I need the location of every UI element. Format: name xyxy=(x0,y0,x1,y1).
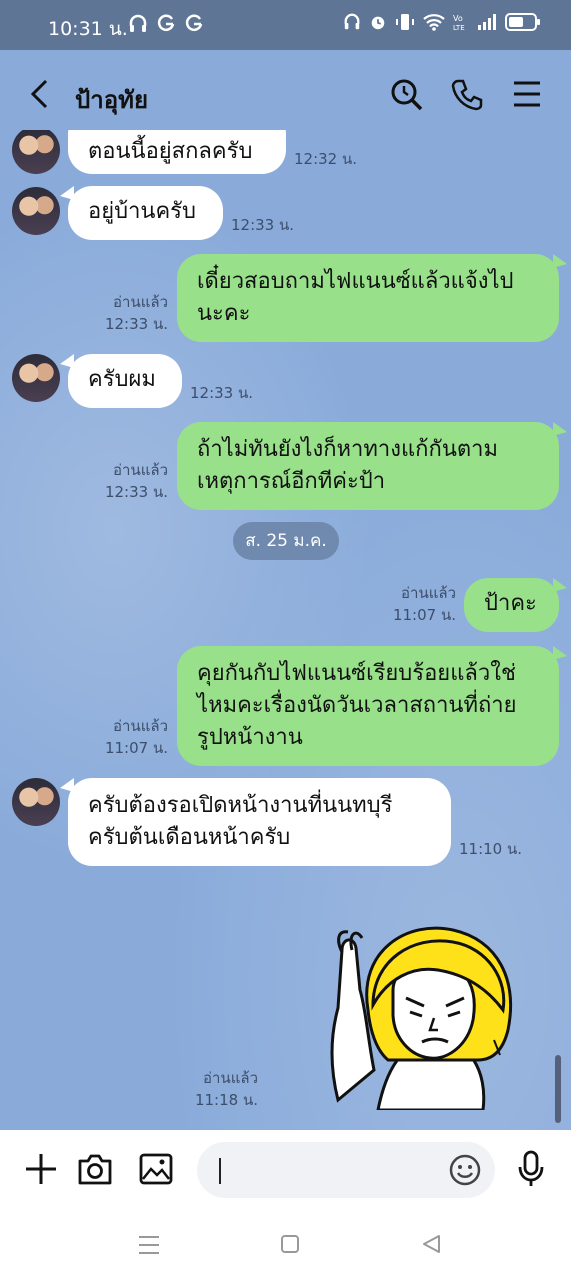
sticker-blonde-character[interactable] xyxy=(318,920,528,1110)
search-icon[interactable] xyxy=(390,78,424,112)
vibrate-icon xyxy=(396,14,414,30)
message-bubble-in[interactable]: ครับผม xyxy=(68,354,182,408)
message-line: ครับต้องรอเปิดหน้างานที่นนทบุรี xyxy=(88,793,393,818)
message-bubble-out[interactable]: คุยกันกับไฟแนนซ์เรียบร้อยแล้วใช่ ไหมคะเร… xyxy=(177,646,559,766)
input-bar xyxy=(0,1130,571,1210)
message-meta: อ่านแล้ว 11:07 น. xyxy=(100,715,168,759)
microphone-icon[interactable] xyxy=(517,1150,545,1188)
date-separator: ส. 25 ม.ค. xyxy=(233,522,339,560)
message-bubble-out[interactable]: ป้าคะ xyxy=(464,578,559,632)
message-time: 11:07 น. xyxy=(392,606,456,624)
google-icon xyxy=(185,14,203,31)
message-bubble-out[interactable]: ถ้าไม่ทันยังไงก็หาทางแก้กันตาม เหตุการณ์… xyxy=(177,422,559,510)
bubble-tail xyxy=(553,422,567,436)
google-icon xyxy=(157,14,175,31)
message-line: เดี๋ยวสอบถามไฟแนนซ์แล้วแจ้งไป xyxy=(197,269,514,294)
avatar[interactable] xyxy=(12,778,60,826)
message-line: คุยกันกับไฟแนนซ์เรียบร้อยแล้วใช่ xyxy=(197,661,516,686)
volte-icon: VoLTE xyxy=(453,14,465,32)
message-meta: อ่านแล้ว 12:33 น. xyxy=(100,459,168,503)
recent-apps-icon[interactable] xyxy=(138,1235,160,1255)
message-meta: อ่านแล้ว 11:07 น. xyxy=(388,582,456,626)
read-status: อ่านแล้ว xyxy=(113,461,168,479)
message-meta: อ่านแล้ว 12:33 น. xyxy=(100,291,168,335)
back-arrow-icon[interactable] xyxy=(28,78,52,110)
camera-icon[interactable] xyxy=(77,1152,113,1186)
avatar[interactable] xyxy=(12,187,60,235)
svg-text:Vo: Vo xyxy=(453,14,463,23)
message-time: 12:33 น. xyxy=(231,216,295,234)
chat-title: ป้าอุทัย xyxy=(75,86,149,114)
message-meta: อ่านแล้ว 11:18 น. xyxy=(190,1067,258,1111)
message-time: 12:32 น. xyxy=(294,150,358,168)
message-time: 11:18 น. xyxy=(194,1091,258,1109)
status-time: 10:31 น. xyxy=(48,18,128,40)
system-nav-bar xyxy=(0,1210,571,1280)
back-icon[interactable] xyxy=(421,1234,441,1254)
message-time: 12:33 น. xyxy=(104,483,168,501)
read-status: อ่านแล้ว xyxy=(113,293,168,311)
message-text: ป้าคะ xyxy=(484,591,537,616)
message-line: ครับต้นเดือนหน้าครับ xyxy=(88,825,291,850)
headphones-icon xyxy=(344,13,360,30)
status-right-icons: Vo LTE xyxy=(343,12,541,32)
message-bubble-out[interactable]: เดี๋ยวสอบถามไฟแนนซ์แล้วแจ้งไป นะคะ xyxy=(177,254,559,342)
message-line: ไหมคะเรื่องนัดวันเวลาสถานที่ถ่าย xyxy=(197,693,517,718)
headphones-icon xyxy=(129,14,147,32)
message-time: 12:33 น. xyxy=(190,384,254,402)
bubble-tail xyxy=(553,578,567,592)
text-caret xyxy=(219,1158,221,1184)
message-line: รูปหน้างาน xyxy=(197,725,303,750)
plus-icon[interactable] xyxy=(24,1152,58,1186)
message-time: 12:33 น. xyxy=(104,315,168,333)
message-bubble-in[interactable]: ครับต้องรอเปิดหน้างานที่นนทบุรี ครับต้นเ… xyxy=(68,778,451,866)
phone-icon[interactable] xyxy=(450,78,484,112)
battery-icon xyxy=(505,13,540,31)
alarm-icon xyxy=(371,16,385,30)
emoji-icon[interactable] xyxy=(449,1154,481,1186)
chat-header: ป้าอุทัย xyxy=(0,50,571,140)
message-line: นะคะ xyxy=(197,301,251,326)
read-status: อ่านแล้ว xyxy=(401,584,456,602)
menu-icon[interactable] xyxy=(512,78,542,110)
message-line: ถ้าไม่ทันยังไงก็หาทางแก้กันตาม xyxy=(197,437,498,462)
chat-area[interactable]: ตอนนี้อยู่สกลครับ 12:32 น. อยู่บ้านครับ … xyxy=(0,130,571,1130)
message-text: ตอนนี้อยู่สกลครับ xyxy=(88,139,253,164)
signal-icon xyxy=(478,14,496,30)
read-status: อ่านแล้ว xyxy=(203,1069,258,1087)
message-text: ครับผม xyxy=(88,367,156,392)
status-bar: 10:31 น. Vo LTE xyxy=(0,0,571,50)
home-icon[interactable] xyxy=(280,1234,300,1254)
message-input[interactable] xyxy=(197,1142,495,1198)
message-bubble-in[interactable]: ตอนนี้อยู่สกลครับ xyxy=(68,130,286,174)
message-line: เหตุการณ์อีกทีค่ะป้า xyxy=(197,469,386,494)
image-icon[interactable] xyxy=(138,1152,174,1186)
bubble-tail xyxy=(553,254,567,268)
message-time: 11:07 น. xyxy=(104,739,168,757)
message-time: 11:10 น. xyxy=(459,840,523,858)
svg-text:LTE: LTE xyxy=(453,24,465,32)
status-left-icons xyxy=(128,13,204,35)
message-bubble-in[interactable]: อยู่บ้านครับ xyxy=(68,186,223,240)
message-text: อยู่บ้านครับ xyxy=(88,199,196,224)
scrollbar[interactable] xyxy=(555,1055,561,1123)
bubble-tail xyxy=(553,646,567,660)
wifi-icon xyxy=(423,14,445,31)
avatar[interactable] xyxy=(12,354,60,402)
read-status: อ่านแล้ว xyxy=(113,717,168,735)
